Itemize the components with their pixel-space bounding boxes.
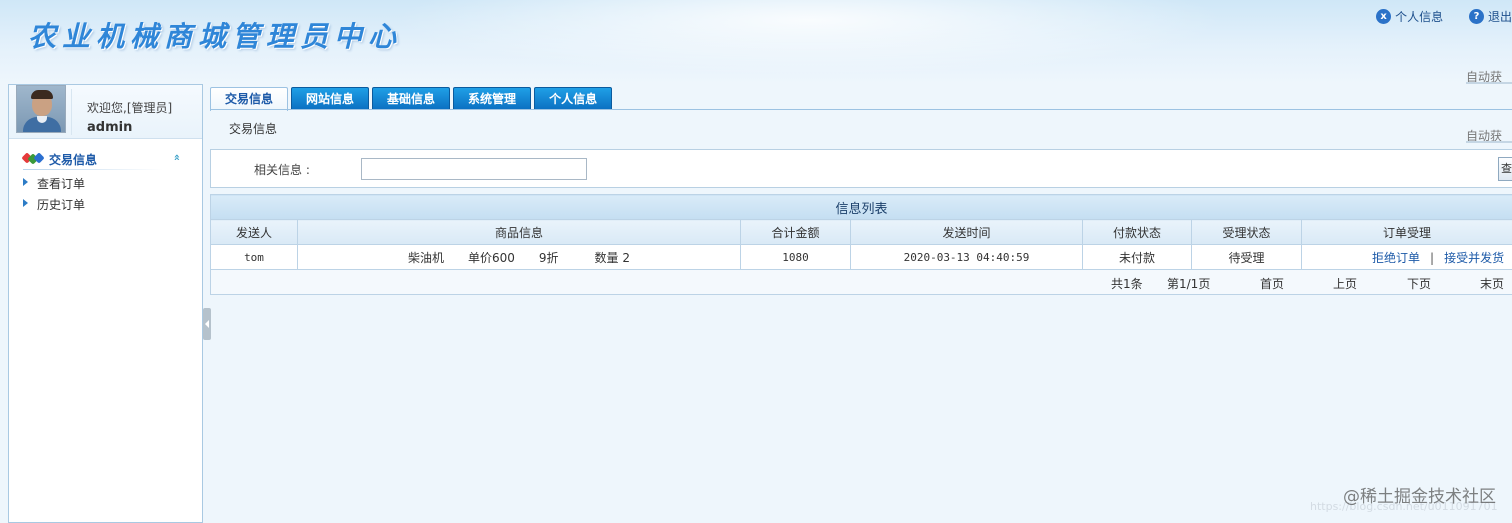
top-links: x 个人信息 ? 退出 (1354, 8, 1512, 26)
column-header: 订单受理 (1300, 219, 1512, 245)
table-header-row: 发送人 商品信息 合计金额 发送时间 付款状态 受理状态 订单受理 (210, 219, 1512, 245)
avatar (16, 85, 66, 133)
goods-qty: 数量 2 (594, 250, 630, 265)
table-row: tom 柴油机 单价600 9折 数量 2 1080 2020-03-13 04:40… (210, 244, 1512, 270)
sidebar-item-history-orders[interactable]: 历史订单 (23, 195, 173, 213)
sidebar-toggle-handle[interactable] (203, 308, 211, 340)
banner-glow (360, 0, 1260, 80)
pager-page: 第1/1页 (1167, 277, 1211, 291)
site-title: 农业机械商城管理员中心 (28, 20, 403, 53)
search-panel: 相关信息 : 查 (210, 149, 1512, 188)
header-banner: 农业机械商城管理员中心 x 个人信息 ? 退出 (0, 0, 1512, 84)
tab-trade-info[interactable]: 交易信息 (210, 87, 289, 111)
pager-total: 共1条 (1111, 277, 1143, 291)
user-box-divider (71, 89, 72, 135)
column-header: 合计金额 (740, 219, 851, 245)
sidebar-item-label: 历史订单 (37, 198, 86, 212)
pager-next[interactable]: 下页 (1407, 275, 1431, 292)
menu-underline (23, 169, 163, 170)
tab-basic-info[interactable]: 基础信息 (372, 87, 451, 110)
reject-order-link[interactable]: 拒绝订单 (1372, 251, 1420, 265)
logout-link-label: 退出 (1487, 10, 1512, 24)
pager: 共1条 第1/1页 首页 上页 下页 末页 (212, 271, 1512, 294)
tab-bar: 交易信息 网站信息 基础信息 系统管理 个人信息 (210, 87, 615, 111)
search-input[interactable] (361, 158, 587, 180)
help-exit-icon: ? (1468, 9, 1484, 24)
sidebar: 欢迎您,[管理员] admin 交易信息 » 查看订单 历史订单 (8, 84, 203, 523)
column-header: 发送时间 (850, 219, 1083, 245)
caret-right-icon (23, 178, 28, 186)
goods-price: 单价600 (468, 250, 515, 265)
collapse-icon[interactable]: » (170, 154, 183, 161)
search-button[interactable]: 查 (1498, 157, 1512, 181)
table-caption: 信息列表 (209, 194, 1512, 220)
tab-personal-info[interactable]: 个人信息 (534, 87, 613, 110)
tab-bar-line (210, 109, 1512, 110)
accept-ship-link[interactable]: 接受并发货 (1444, 251, 1504, 265)
user-box: 欢迎您,[管理员] admin (9, 85, 202, 139)
welcome-text: 欢迎您,[管理员] (87, 101, 173, 115)
auto-refresh-button-main[interactable]: 自动获 (1466, 127, 1512, 143)
watermark: @稀土掘金技术社区 (1343, 487, 1496, 507)
cell-time: 2020-03-13 04:40:59 (850, 244, 1083, 270)
search-label: 相关信息 : (254, 163, 310, 177)
menu-flag-icon (21, 152, 45, 165)
column-header: 付款状态 (1082, 219, 1192, 245)
avatar-hair (31, 90, 53, 99)
cell-actions: 拒绝订单 | 接受并发货 (1300, 244, 1512, 270)
order-table: 信息列表 发送人 商品信息 合计金额 发送时间 付款状态 受理状态 订单受理 t… (209, 194, 1512, 295)
column-header: 发送人 (210, 219, 298, 245)
menu-group-title: 交易信息 (49, 153, 98, 167)
profile-link[interactable]: x 个人信息 (1376, 8, 1443, 25)
sidebar-item-label: 查看订单 (37, 177, 86, 191)
tab-system-admin[interactable]: 系统管理 (453, 87, 532, 110)
column-header: 受理状态 (1191, 219, 1302, 245)
user-info-icon: x (1376, 9, 1392, 24)
pager-row: 共1条 第1/1页 首页 上页 下页 末页 (209, 269, 1512, 295)
column-header: 商品信息 (297, 219, 741, 245)
auto-refresh-button-top[interactable]: 自动获 (1466, 68, 1512, 84)
tab-site-info[interactable]: 网站信息 (291, 87, 370, 110)
goods-discount: 9折 (538, 250, 559, 265)
action-separator: | (1430, 250, 1435, 265)
caret-right-icon (23, 199, 28, 207)
cell-goods: 柴油机 单价600 9折 数量 2 (297, 244, 741, 270)
cell-total: 1080 (740, 244, 851, 270)
goods-name: 柴油机 (407, 250, 444, 265)
cell-pay-status: 未付款 (1082, 244, 1192, 270)
logout-link[interactable]: ? 退出 (1468, 8, 1512, 25)
cell-sender: tom (210, 244, 298, 270)
profile-link-label: 个人信息 (1395, 10, 1444, 24)
pager-prev[interactable]: 上页 (1333, 275, 1357, 292)
breadcrumb: 交易信息 (229, 122, 278, 136)
pager-first[interactable]: 首页 (1260, 275, 1284, 292)
username: admin (87, 120, 133, 135)
cell-accept-status: 待受理 (1191, 244, 1302, 270)
menu-group-trade[interactable]: 交易信息 » (21, 150, 183, 168)
sidebar-item-view-orders[interactable]: 查看订单 (23, 174, 173, 192)
pager-last[interactable]: 末页 (1480, 275, 1504, 292)
